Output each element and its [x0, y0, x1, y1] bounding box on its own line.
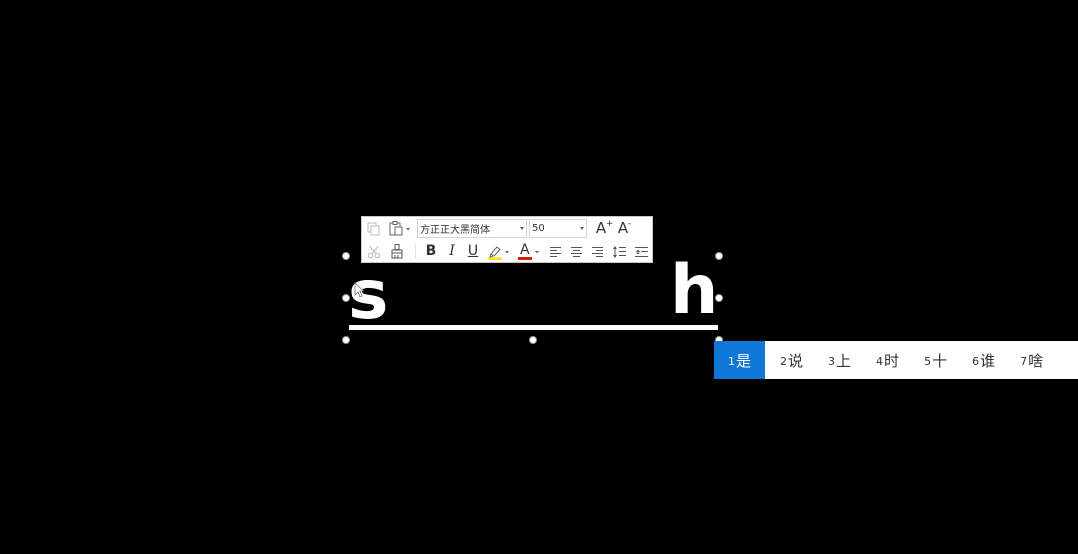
font-name-combo[interactable]: 方正正大黑简体 — [417, 219, 527, 238]
grow-font-icon: A + — [595, 219, 614, 238]
mouse-cursor-icon — [354, 282, 364, 298]
ime-candidate-char: 啥 — [1028, 351, 1044, 370]
selected-text-box[interactable]: s h — [342, 252, 723, 344]
ime-candidate-char: 谁 — [980, 351, 996, 370]
chevron-down-icon[interactable] — [580, 227, 584, 230]
resize-handle-middle-left[interactable] — [342, 294, 350, 302]
ime-candidate-7[interactable]: 7 啥 — [1005, 341, 1053, 379]
shrink-font-label: A — [617, 219, 629, 237]
text-letter-h[interactable]: h — [670, 257, 718, 325]
ime-candidate-char: 时 — [884, 351, 900, 370]
ime-candidate-bar: 1 是 2 说 3 上 4 时 5 十 6 谁 7 啥 — [714, 341, 1078, 379]
ime-candidate-char: 说 — [788, 351, 804, 370]
shrink-font-button[interactable]: A- — [614, 219, 632, 238]
grow-font-label: A — [595, 219, 607, 237]
ime-candidate-number: 3 — [828, 354, 836, 368]
toolbar-row-top: 方正正大黑简体 50 A + A- — [362, 217, 652, 240]
ime-candidate-char: 上 — [836, 351, 852, 370]
ime-candidate-number: 1 — [728, 354, 735, 368]
resize-handle-top-right[interactable] — [715, 252, 723, 260]
grow-font-button[interactable]: A + — [592, 219, 614, 238]
ime-candidate-char: 是 — [736, 351, 752, 370]
shrink-font-sign: - — [627, 219, 632, 229]
font-name-value: 方正正大黑简体 — [420, 225, 490, 236]
ime-candidate-char: 十 — [932, 351, 948, 370]
copy-icon — [367, 222, 380, 235]
ime-candidate-number: 7 — [1020, 354, 1028, 368]
resize-handle-bottom-center[interactable] — [529, 336, 537, 344]
font-size-value: 50 — [532, 223, 545, 234]
ime-candidate-1[interactable]: 1 是 — [714, 341, 766, 379]
text-underline — [349, 325, 718, 330]
ime-candidate-3[interactable]: 3 上 — [813, 341, 861, 379]
ime-candidate-number: 6 — [972, 354, 980, 368]
font-size-combo[interactable]: 50 — [529, 219, 587, 238]
paste-button[interactable] — [387, 219, 413, 238]
ime-candidate-4[interactable]: 4 时 — [861, 341, 909, 379]
resize-handle-middle-right[interactable] — [715, 294, 723, 302]
ime-candidate-2[interactable]: 2 说 — [765, 341, 813, 379]
ime-candidate-number: 5 — [924, 354, 932, 368]
chevron-down-icon[interactable] — [520, 227, 524, 230]
chevron-down-icon[interactable] — [534, 249, 540, 255]
copy-button[interactable] — [365, 219, 383, 238]
ime-candidate-number: 2 — [780, 354, 788, 368]
resize-handle-bottom-left[interactable] — [342, 336, 350, 344]
grow-font-sign: + — [605, 219, 614, 229]
resize-handle-top-left[interactable] — [342, 252, 350, 260]
paste-icon — [389, 221, 410, 236]
ime-candidate-number: 4 — [876, 354, 884, 368]
ime-candidate-6[interactable]: 6 谁 — [957, 341, 1005, 379]
shrink-font-icon: A- — [617, 219, 631, 238]
ime-candidate-5[interactable]: 5 十 — [909, 341, 957, 379]
